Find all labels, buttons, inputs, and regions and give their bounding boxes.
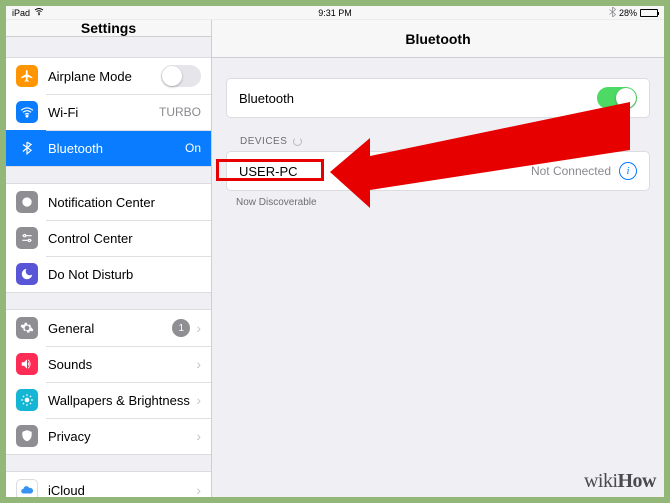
notification-icon bbox=[16, 191, 38, 213]
sidebar-item-sounds[interactable]: Sounds › bbox=[6, 346, 211, 382]
row-label: Privacy bbox=[48, 429, 190, 444]
devices-header: DEVICES bbox=[240, 136, 664, 147]
sidebar-item-bluetooth[interactable]: Bluetooth On bbox=[6, 130, 211, 166]
row-label: Do Not Disturb bbox=[48, 267, 201, 282]
detail-panel: Bluetooth Bluetooth DEVICES USER-PC Not … bbox=[212, 20, 664, 497]
device-status: Not Connected bbox=[531, 164, 611, 178]
chevron-right-icon: › bbox=[196, 320, 201, 336]
row-label: Airplane Mode bbox=[48, 69, 161, 84]
sidebar-item-do-not-disturb[interactable]: Do Not Disturb bbox=[6, 256, 211, 292]
watermark: wikiHow bbox=[584, 470, 656, 493]
device-frame: iPad 9:31 PM 28% Settings Airplane Mode W… bbox=[6, 6, 664, 497]
row-label: Control Center bbox=[48, 231, 201, 246]
sidebar-item-airplane-mode[interactable]: Airplane Mode bbox=[6, 58, 211, 94]
sidebar-title: Settings bbox=[6, 20, 211, 37]
sidebar-item-wi-fi[interactable]: Wi-Fi TURBO bbox=[6, 94, 211, 130]
row-value: On bbox=[185, 141, 201, 155]
panel-title: Bluetooth bbox=[212, 20, 664, 58]
battery-percent: 28% bbox=[619, 8, 637, 18]
gear-icon bbox=[16, 317, 38, 339]
chevron-right-icon: › bbox=[196, 392, 201, 408]
settings-sidebar: Settings Airplane Mode Wi-Fi TURBO Bluetoot… bbox=[6, 20, 212, 497]
sidebar-item-privacy[interactable]: Privacy › bbox=[6, 418, 211, 454]
airplane-icon bbox=[16, 65, 38, 87]
row-label: Wi-Fi bbox=[48, 105, 153, 120]
badge: 1 bbox=[172, 319, 190, 337]
chevron-right-icon: › bbox=[196, 428, 201, 444]
chevron-right-icon: › bbox=[196, 356, 201, 372]
device-name: USER-PC bbox=[239, 164, 525, 179]
moon-icon bbox=[16, 263, 38, 285]
bluetooth-master-row[interactable]: Bluetooth bbox=[227, 79, 649, 117]
row-label: iCloud bbox=[48, 483, 190, 498]
toggle[interactable] bbox=[161, 65, 201, 87]
sidebar-item-wallpapers-brightness[interactable]: Wallpapers & Brightness › bbox=[6, 382, 211, 418]
bluetooth-toggle[interactable] bbox=[597, 87, 637, 109]
control-icon bbox=[16, 227, 38, 249]
sidebar-item-notification-center[interactable]: Notification Center bbox=[6, 184, 211, 220]
sidebar-item-control-center[interactable]: Control Center bbox=[6, 220, 211, 256]
device-label: iPad bbox=[12, 8, 30, 18]
icloud-icon bbox=[16, 479, 38, 497]
sidebar-item-general[interactable]: General 1 › bbox=[6, 310, 211, 346]
chevron-right-icon: › bbox=[196, 482, 201, 497]
spinner-icon bbox=[293, 137, 302, 146]
bluetooth-status-icon bbox=[609, 7, 616, 19]
bluetooth-icon bbox=[16, 137, 38, 159]
row-label: Notification Center bbox=[48, 195, 201, 210]
info-icon[interactable]: i bbox=[619, 162, 637, 180]
discoverable-text: Now Discoverable bbox=[236, 197, 317, 208]
device-row[interactable]: USER-PC Not Connected i bbox=[227, 152, 649, 190]
brightness-icon bbox=[16, 389, 38, 411]
row-label: General bbox=[48, 321, 168, 336]
battery-icon bbox=[640, 9, 658, 17]
wifi-status-icon bbox=[34, 8, 44, 18]
wifi-icon bbox=[16, 101, 38, 123]
status-time: 9:31 PM bbox=[227, 8, 442, 18]
row-label: Bluetooth bbox=[48, 141, 179, 156]
privacy-icon bbox=[16, 425, 38, 447]
row-label: Wallpapers & Brightness bbox=[48, 393, 190, 408]
row-label: Sounds bbox=[48, 357, 190, 372]
row-value: TURBO bbox=[159, 105, 201, 119]
sidebar-item-icloud[interactable]: iCloud › bbox=[6, 472, 211, 497]
sounds-icon bbox=[16, 353, 38, 375]
bluetooth-row-label: Bluetooth bbox=[239, 91, 597, 106]
status-bar: iPad 9:31 PM 28% bbox=[6, 6, 664, 20]
